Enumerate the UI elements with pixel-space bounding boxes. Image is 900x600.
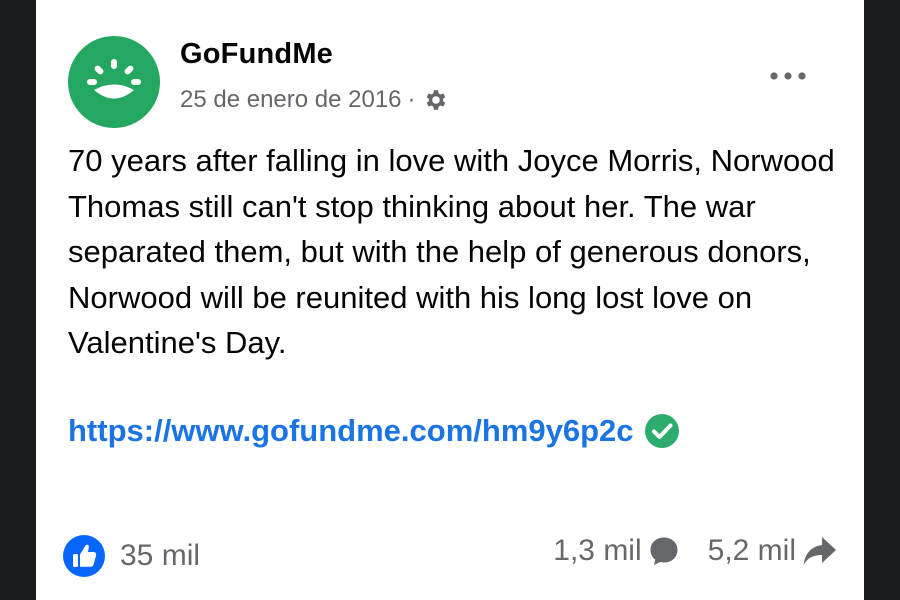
share-arrow-icon	[803, 537, 836, 565]
post-stats: 1,3 mil 5,2 mil	[553, 534, 838, 568]
like-icon	[63, 535, 105, 577]
shares-stat[interactable]: 5,2 mil	[708, 534, 838, 568]
reactions-count: 35 mil	[120, 539, 201, 572]
page-name[interactable]: GoFundMe	[180, 38, 333, 71]
meta-separator: ·	[407, 86, 416, 113]
post-meta: 25 de enero de 2016 ·	[180, 86, 448, 114]
comments-stat[interactable]: 1,3 mil	[553, 534, 679, 568]
post-card: GoFundMe 25 de enero de 2016 · 70 years …	[36, 0, 864, 600]
post-link-text[interactable]: https://www.gofundme.com/hm9y6p2c	[68, 413, 634, 449]
gear-icon[interactable]	[422, 87, 448, 113]
post-link[interactable]: https://www.gofundme.com/hm9y6p2c	[68, 413, 680, 449]
reactions-summary[interactable]: 35 mil	[62, 534, 200, 578]
more-options-button[interactable]	[764, 58, 812, 94]
check-circle-icon	[644, 414, 679, 448]
page-avatar[interactable]	[68, 36, 160, 128]
post-date[interactable]: 25 de enero de 2016	[180, 86, 402, 114]
post-text: 70 years after falling in love with Joyc…	[68, 143, 835, 360]
shares-count: 5,2 mil	[707, 534, 796, 567]
more-options-icon	[770, 72, 806, 80]
comments-count: 1,3 mil	[553, 534, 642, 567]
gofundme-logo-icon	[87, 59, 141, 99]
comment-bubble-icon	[650, 537, 678, 565]
